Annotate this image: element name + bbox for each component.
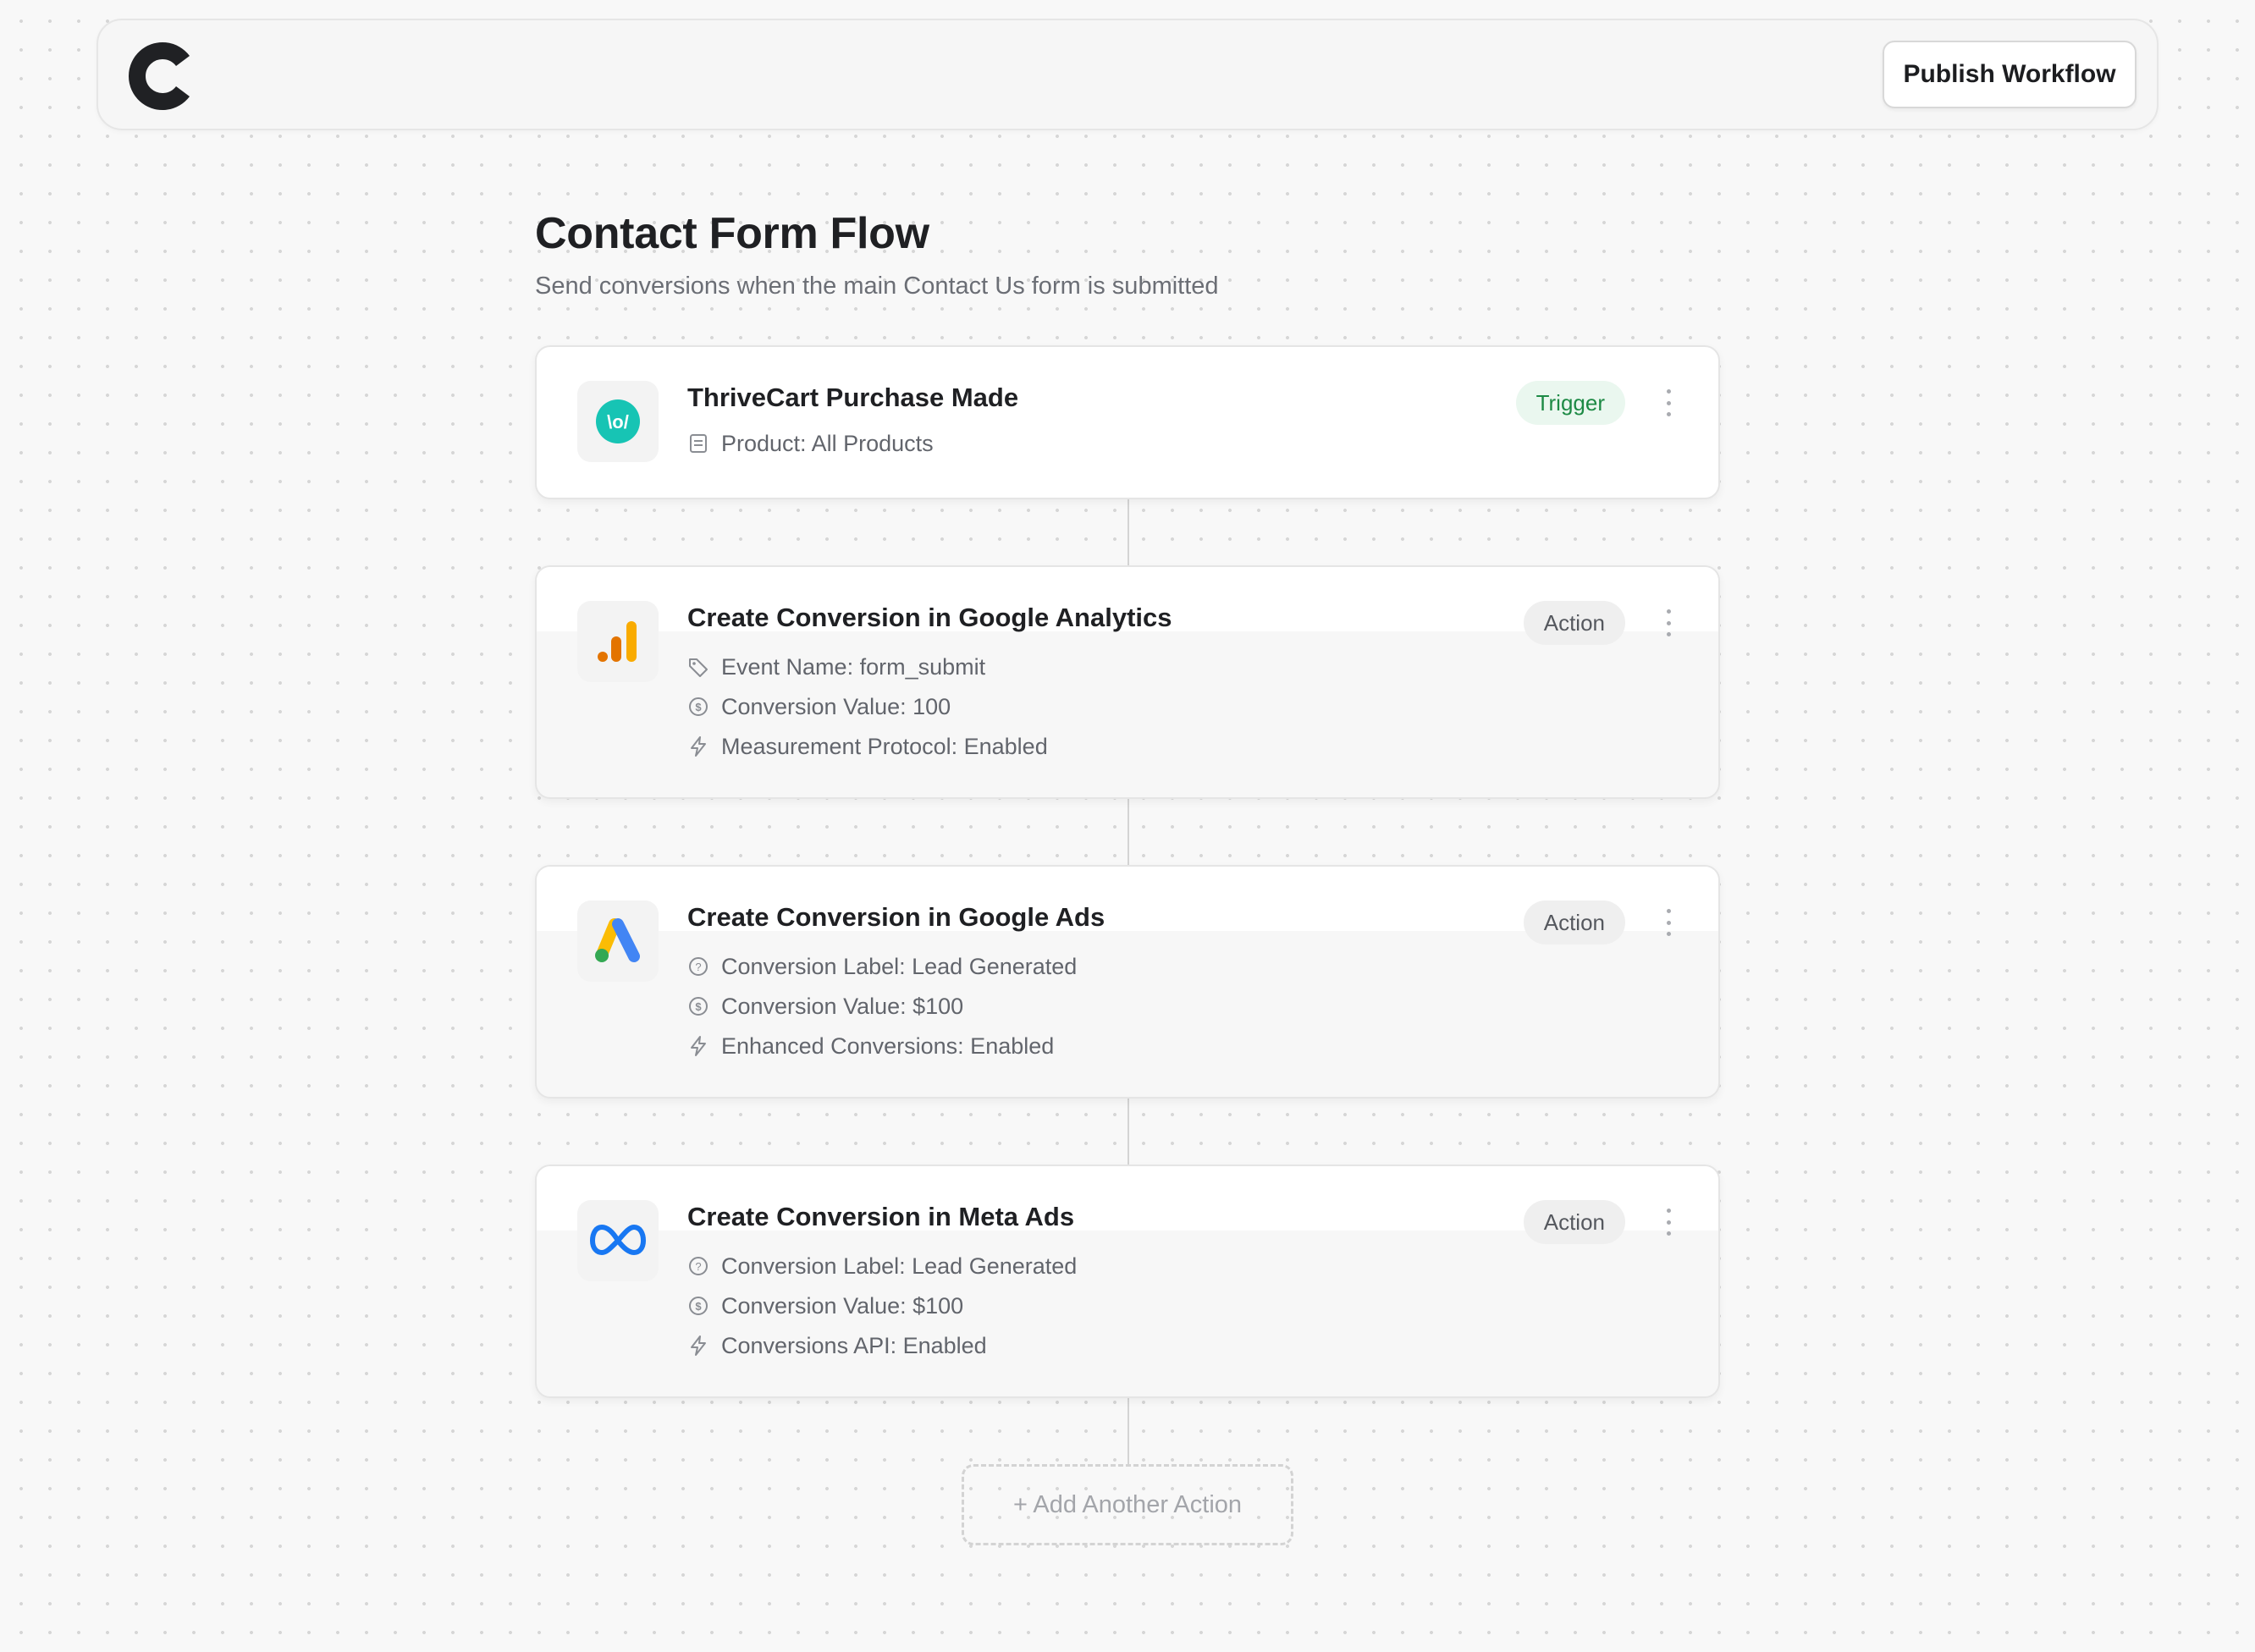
question-circle-icon: ? (689, 957, 708, 976)
svg-text:$: $ (695, 1000, 702, 1013)
step-connector (1128, 1097, 1129, 1166)
more-options-icon[interactable] (1662, 909, 1674, 936)
lightning-icon (691, 736, 706, 757)
thrivecart-icon: \o/ (577, 381, 659, 462)
workflow-step-card-google-analytics[interactable]: Create Conversion in Google Analytics Ac… (535, 565, 1720, 799)
step-detail: Event Name: form_submit (687, 650, 985, 684)
step-connector (1128, 797, 1129, 867)
lightning-icon (691, 1036, 706, 1056)
step-detail: $ Conversion Value: $100 (687, 989, 963, 1023)
step-detail: ? Conversion Label: Lead Generated (687, 950, 1077, 983)
more-options-icon[interactable] (1662, 609, 1674, 636)
svg-text:$: $ (695, 701, 702, 713)
step-detail: ? Conversion Label: Lead Generated (687, 1249, 1077, 1283)
step-connector (1128, 1396, 1129, 1464)
svg-text:?: ? (695, 961, 701, 973)
step-title: Create Conversion in Google Analytics (687, 603, 1172, 632)
more-options-icon[interactable] (1662, 1209, 1674, 1236)
google-ads-icon (577, 900, 659, 982)
trigger-badge: Trigger (1515, 381, 1625, 425)
svg-text:$: $ (695, 1300, 702, 1313)
step-connector (1128, 498, 1129, 567)
dollar-circle-icon: $ (689, 1297, 708, 1315)
workflow-step-card-trigger[interactable]: \o/ ThriveCart Purchase Made Trigger Pro… (535, 345, 1720, 499)
publish-workflow-button[interactable]: Publish Workflow (1883, 41, 2136, 108)
svg-text:\o/: \o/ (607, 411, 629, 432)
dollar-circle-icon: $ (689, 997, 708, 1016)
more-options-icon[interactable] (1662, 389, 1674, 416)
step-title: Create Conversion in Google Ads (687, 902, 1105, 932)
top-bar: Publish Workflow (96, 19, 2159, 130)
svg-text:?: ? (695, 1260, 701, 1273)
page-title: Contact Form Flow (535, 209, 929, 258)
workflow-step-card-meta-ads[interactable]: Create Conversion in Meta Ads Action ? C… (535, 1165, 1720, 1398)
step-detail: Enhanced Conversions: Enabled (687, 1029, 1054, 1063)
workflow-step-card-google-ads[interactable]: Create Conversion in Google Ads Action ?… (535, 865, 1720, 1099)
step-detail: $ Conversion Value: 100 (687, 690, 951, 724)
step-title: Create Conversion in Meta Ads (687, 1202, 1075, 1231)
lightning-icon (691, 1335, 706, 1356)
meta-icon (577, 1200, 659, 1281)
step-detail: Conversions API: Enabled (687, 1329, 987, 1363)
add-another-action-button[interactable]: + Add Another Action (962, 1464, 1293, 1545)
dollar-circle-icon: $ (689, 697, 708, 716)
action-badge: Action (1523, 601, 1625, 645)
action-badge: Action (1523, 1200, 1625, 1244)
step-detail: Measurement Protocol: Enabled (687, 730, 1048, 763)
step-detail: $ Conversion Value: $100 (687, 1289, 963, 1323)
action-badge: Action (1523, 900, 1625, 944)
tag-icon (689, 658, 708, 677)
page-subtitle: Send conversions when the main Contact U… (535, 273, 1219, 300)
brand-c-logo-icon[interactable] (127, 41, 198, 112)
document-icon (690, 434, 707, 453)
google-analytics-icon (577, 601, 659, 682)
step-detail: Product: All Products (687, 427, 934, 460)
question-circle-icon: ? (689, 1257, 708, 1275)
step-title: ThriveCart Purchase Made (687, 383, 1019, 412)
